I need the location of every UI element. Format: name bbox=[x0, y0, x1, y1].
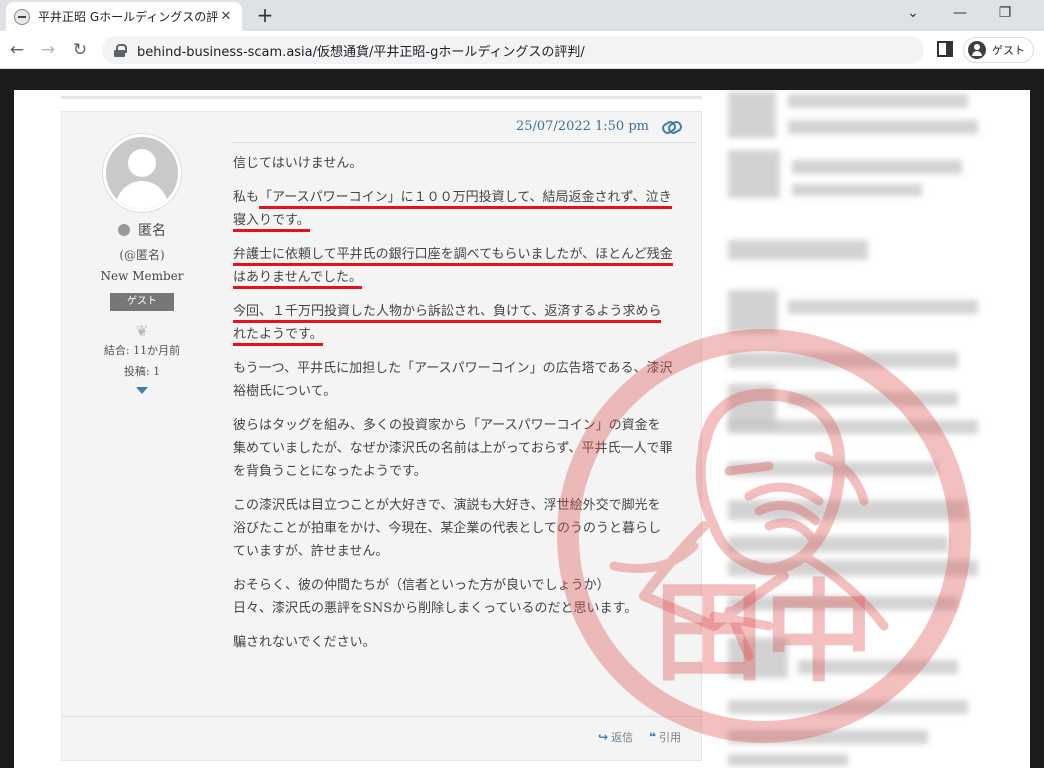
reload-icon[interactable]: ↻ bbox=[69, 39, 91, 61]
author-role: New Member bbox=[100, 269, 184, 283]
url-text: behind-business-scam.asia/仮想通貨/平井正昭-gホール… bbox=[137, 44, 585, 60]
quote-icon: ❝ bbox=[649, 730, 657, 744]
author-posts: 投稿: 1 bbox=[123, 365, 161, 378]
browser-tab[interactable]: 平井正昭 Gホールディングスの評判 - ✕ bbox=[6, 2, 242, 31]
divider bbox=[61, 96, 702, 99]
paragraph: 私も「アースパワーコイン」に１００万円投資して、結局返金されず、泣き寝入りです。 bbox=[233, 186, 673, 232]
paragraph: 騙されないでください。 bbox=[233, 635, 376, 650]
back-arrow-icon[interactable]: ← bbox=[6, 39, 28, 61]
author-name[interactable]: 匿名 bbox=[62, 220, 222, 240]
tab-search-icon[interactable]: ⌄ bbox=[903, 5, 923, 21]
blurred-sidebar bbox=[728, 90, 988, 768]
new-tab-button[interactable]: + bbox=[254, 3, 276, 27]
avatar[interactable] bbox=[103, 134, 181, 212]
browser-tab-bar: 平井正昭 Gホールディングスの評判 - ✕ + ⌄ — ❐ bbox=[0, 0, 1044, 31]
underlined-text: 今回、１千万円投資した人物から訴訟され、負けて、返済するよう求められたようです。 bbox=[233, 304, 662, 346]
underlined-text: 「アースパワーコイン」に１００万円投資して、結局返金されず、泣き寝入りです。 bbox=[233, 190, 672, 232]
comment-date[interactable]: 25/07/2022 1:50 pm bbox=[516, 119, 649, 134]
paragraph: 信じてはいけません。 bbox=[233, 156, 363, 171]
side-panel-icon[interactable] bbox=[937, 41, 953, 57]
lock-icon bbox=[114, 43, 127, 57]
permalink-icon[interactable] bbox=[662, 121, 680, 133]
underlined-text: 弁護士に依頼して平井氏の銀行口座を調べてもらいましたが、ほとんど残金はありません… bbox=[233, 247, 673, 289]
paragraph: 今回、１千万円投資した人物から訴訟され、負けて、返済するよう求められたようです。 bbox=[233, 300, 673, 346]
address-bar[interactable]: behind-business-scam.asia/仮想通貨/平井正昭-gホール… bbox=[102, 36, 924, 64]
profile-avatar-icon bbox=[968, 41, 986, 59]
tab-title: 平井正昭 Gホールディングスの評判 - bbox=[38, 10, 218, 24]
paragraph: もう一つ、平井氏に加担した「アースパワーコイン」の広告塔である、漆沢裕樹氏につい… bbox=[233, 361, 673, 399]
reply-arrow-icon: ↪ bbox=[598, 730, 609, 744]
comment-text: 信じてはいけません。 私も「アースパワーコイン」に１００万円投資して、結局返金さ… bbox=[233, 152, 673, 665]
paragraph: 彼らはタッグを組み、多くの投資家から「アースパワーコイン」の資金を集めていました… bbox=[233, 418, 673, 479]
browser-toolbar: ← → ↻ behind-business-scam.asia/仮想通貨/平井正… bbox=[0, 31, 1044, 69]
guest-badge: ゲスト bbox=[110, 293, 174, 311]
author-handle: (@匿名) bbox=[119, 248, 165, 262]
minimize-icon[interactable]: — bbox=[950, 5, 970, 21]
close-tab-icon[interactable]: ✕ bbox=[218, 9, 234, 24]
restore-icon[interactable]: ❐ bbox=[995, 5, 1015, 21]
quote-button[interactable]: ❝ 引用 bbox=[649, 729, 681, 745]
comment-card: 匿名 (@匿名) New Member ゲスト ❦ 結合: 11か月前 投稿: … bbox=[61, 111, 703, 761]
paragraph: おそらく、彼の仲間たちが（信者といった方が良いでしょうか） 日々、漆沢氏の悪評をS… bbox=[233, 578, 638, 616]
paragraph: この漆沢氏は目立つことが大好きで、演説も大好き、浮世絵外交で脚光を浴びたことが拍… bbox=[233, 498, 661, 559]
divider bbox=[233, 142, 695, 143]
author-joined: 結合: 11か月前 bbox=[103, 344, 181, 357]
expand-chevron-icon[interactable] bbox=[136, 387, 148, 394]
reply-button[interactable]: ↪ 返信 bbox=[598, 729, 633, 745]
site-favicon-icon bbox=[14, 8, 30, 25]
profile-label: ゲスト bbox=[992, 44, 1025, 57]
divider bbox=[62, 716, 703, 717]
paragraph: 弁護士に依頼して平井氏の銀行口座を調べてもらいましたが、ほとんど残金はありません… bbox=[233, 243, 673, 289]
offline-status-icon bbox=[118, 224, 130, 236]
forward-arrow-icon[interactable]: → bbox=[37, 39, 59, 61]
profile-button[interactable]: ゲスト bbox=[963, 37, 1034, 63]
rank-leaf-icon: ❦ bbox=[135, 322, 149, 340]
page-content: 匿名 (@匿名) New Member ゲスト ❦ 結合: 11か月前 投稿: … bbox=[14, 90, 1030, 768]
